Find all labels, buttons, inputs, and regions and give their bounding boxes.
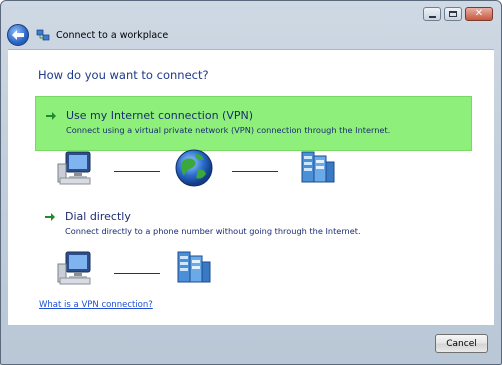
globe-icon (175, 149, 213, 187)
back-arrow-icon (12, 30, 24, 40)
connection-line (114, 171, 160, 172)
close-button[interactable]: ✕ (465, 7, 493, 21)
maximize-icon (449, 11, 457, 17)
window-title: Connect to a workplace (56, 30, 169, 41)
title-bar: ✕ Connect to a workplace (1, 1, 501, 49)
page-heading: How do you want to connect? (38, 68, 209, 82)
option-vpn-title: Use my Internet connection (VPN) (66, 109, 254, 122)
minimize-icon (428, 15, 436, 18)
green-arrow-icon (45, 213, 55, 221)
cancel-button[interactable]: Cancel (435, 334, 488, 353)
computer-icon (57, 251, 91, 285)
option-vpn-description: Connect using a virtual private network … (66, 125, 391, 135)
dial-diagram (56, 248, 236, 298)
green-arrow-icon (46, 112, 56, 120)
vpn-diagram (56, 148, 346, 198)
connection-line (114, 273, 160, 274)
window-controls: ✕ (423, 7, 493, 21)
network-icon (36, 29, 50, 41)
wizard-content: How do you want to connect? Use my Inter… (8, 49, 494, 325)
option-dial-title: Dial directly (65, 210, 131, 223)
back-button[interactable] (7, 24, 29, 46)
wizard-window: ✕ Connect to a workplace How do you want… (0, 0, 502, 365)
option-dial[interactable]: Dial directly Connect directly to a phon… (35, 198, 472, 253)
workplace-network-icon (301, 151, 335, 183)
connection-line (232, 171, 278, 172)
workplace-network-icon (177, 251, 211, 283)
maximize-button[interactable] (444, 7, 462, 21)
option-dial-description: Connect directly to a phone number witho… (65, 226, 361, 236)
vpn-help-link[interactable]: What is a VPN connection? (39, 300, 153, 310)
close-icon: ✕ (474, 8, 484, 19)
option-vpn[interactable]: Use my Internet connection (VPN) Connect… (35, 96, 472, 151)
minimize-button[interactable] (423, 7, 441, 21)
computer-icon (57, 151, 91, 185)
